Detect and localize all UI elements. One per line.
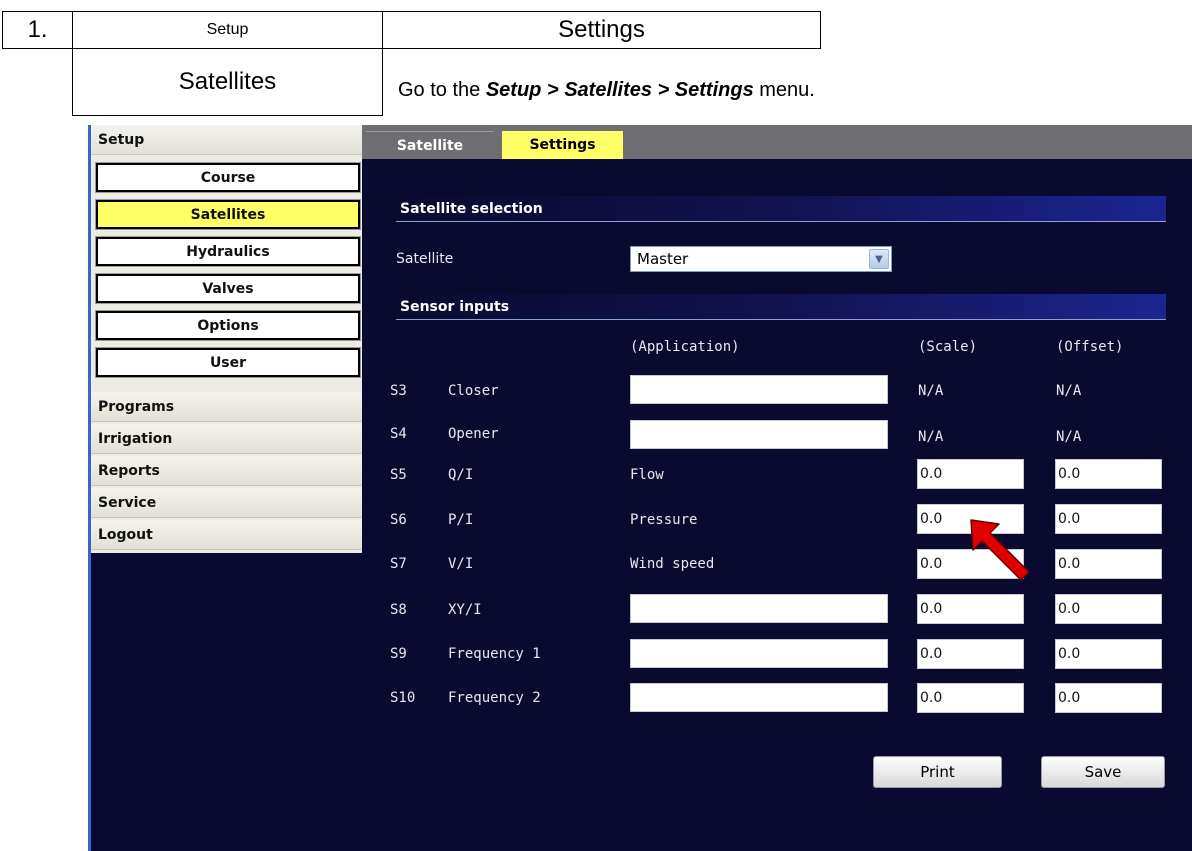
offset-input-s7[interactable]: 0.0 <box>1055 549 1162 579</box>
pointer-arrow-icon <box>970 519 1030 581</box>
section-sensor-inputs: Sensor inputs <box>396 294 1166 320</box>
sensor-name: P/I <box>448 512 474 528</box>
instruction-suffix: menu. <box>753 79 815 101</box>
sensor-name: Frequency 2 <box>448 690 541 706</box>
tab-satellite[interactable]: Satellite <box>366 131 494 159</box>
offset-input-s9[interactable]: 0.0 <box>1055 639 1162 669</box>
sidebar-item-course[interactable]: Course <box>95 162 361 193</box>
breadcrumb-satellites: Satellites <box>72 48 383 116</box>
section-satellite-selection: Satellite selection <box>396 196 1166 222</box>
sidebar-menu-reports[interactable]: Reports <box>91 456 362 486</box>
sensor-id: S6 <box>390 512 407 528</box>
sensor-id: S8 <box>390 602 407 618</box>
sensor-id: S7 <box>390 556 407 572</box>
application-input-s10[interactable] <box>630 683 888 712</box>
sidebar-menu-logout[interactable]: Logout <box>91 520 362 550</box>
tab-settings[interactable]: Settings <box>502 131 623 159</box>
print-button[interactable]: Print <box>873 756 1002 788</box>
satellite-select[interactable]: Master ▼ <box>630 246 892 272</box>
offset-input-s6[interactable]: 0.0 <box>1055 504 1162 534</box>
sensor-id: S4 <box>390 426 407 442</box>
sidebar-menu-programs[interactable]: Programs <box>91 392 362 422</box>
offset-input-s5[interactable]: 0.0 <box>1055 459 1162 489</box>
sensor-name: Opener <box>448 426 499 442</box>
sensor-name: Q/I <box>448 467 474 483</box>
satellite-field-label: Satellite <box>396 251 454 267</box>
sensor-id: S3 <box>390 383 407 399</box>
sidebar-header-setup[interactable]: Setup <box>91 125 362 155</box>
col-header-scale: (Scale) <box>918 339 978 355</box>
step-number: 1. <box>2 11 73 49</box>
sidebar-item-satellites[interactable]: Satellites <box>95 199 361 230</box>
instruction-text: Go to the Setup > Satellites > Settings … <box>398 79 815 102</box>
breadcrumb-setup: Setup <box>72 11 383 49</box>
sensor-id: S5 <box>390 467 407 483</box>
scale-value: N/A <box>918 429 944 445</box>
scale-value: N/A <box>918 383 944 399</box>
col-header-offset: (Offset) <box>1056 339 1124 355</box>
sensor-name: Frequency 1 <box>448 646 541 662</box>
instruction-menu-path: Setup > Satellites > Settings <box>485 79 754 101</box>
sidebar-menu-service[interactable]: Service <box>91 488 362 518</box>
save-button[interactable]: Save <box>1041 756 1165 788</box>
offset-value: N/A <box>1056 429 1082 445</box>
sidebar-item-user[interactable]: User <box>95 347 361 378</box>
satellite-select-value: Master <box>637 250 689 268</box>
sensor-id: S10 <box>390 690 416 706</box>
scale-input-s10[interactable]: 0.0 <box>917 683 1024 713</box>
sidebar-item-options[interactable]: Options <box>95 310 361 341</box>
sidebar-menu-irrigation[interactable]: Irrigation <box>91 424 362 454</box>
offset-value: N/A <box>1056 383 1082 399</box>
offset-input-s10[interactable]: 0.0 <box>1055 683 1162 713</box>
sensor-name: XY/I <box>448 602 482 618</box>
application-input-s4[interactable] <box>630 420 888 449</box>
application-input-s8[interactable] <box>630 594 888 623</box>
scale-input-s9[interactable]: 0.0 <box>917 639 1024 669</box>
application-label: Flow <box>630 467 664 483</box>
application-input-s3[interactable] <box>630 375 888 404</box>
chevron-down-icon[interactable]: ▼ <box>869 249 889 269</box>
sensor-name: Closer <box>448 383 499 399</box>
sensor-name: V/I <box>448 556 474 572</box>
col-header-application: (Application) <box>630 339 740 355</box>
sidebar-item-valves[interactable]: Valves <box>95 273 361 304</box>
offset-input-s8[interactable]: 0.0 <box>1055 594 1162 624</box>
scale-input-s5[interactable]: 0.0 <box>917 459 1024 489</box>
application-label: Pressure <box>630 512 698 528</box>
instruction-prefix: Go to the <box>398 79 486 101</box>
application-label: Wind speed <box>630 556 715 572</box>
app-window: Setup Course Satellites Hydraulics Valve… <box>88 125 1192 851</box>
scale-input-s8[interactable]: 0.0 <box>917 594 1024 624</box>
window-left-border <box>88 125 91 851</box>
sidebar: Setup Course Satellites Hydraulics Valve… <box>91 125 362 553</box>
application-input-s9[interactable] <box>630 639 888 668</box>
breadcrumb-settings: Settings <box>382 11 821 49</box>
sidebar-item-hydraulics[interactable]: Hydraulics <box>95 236 361 267</box>
sensor-id: S9 <box>390 646 407 662</box>
